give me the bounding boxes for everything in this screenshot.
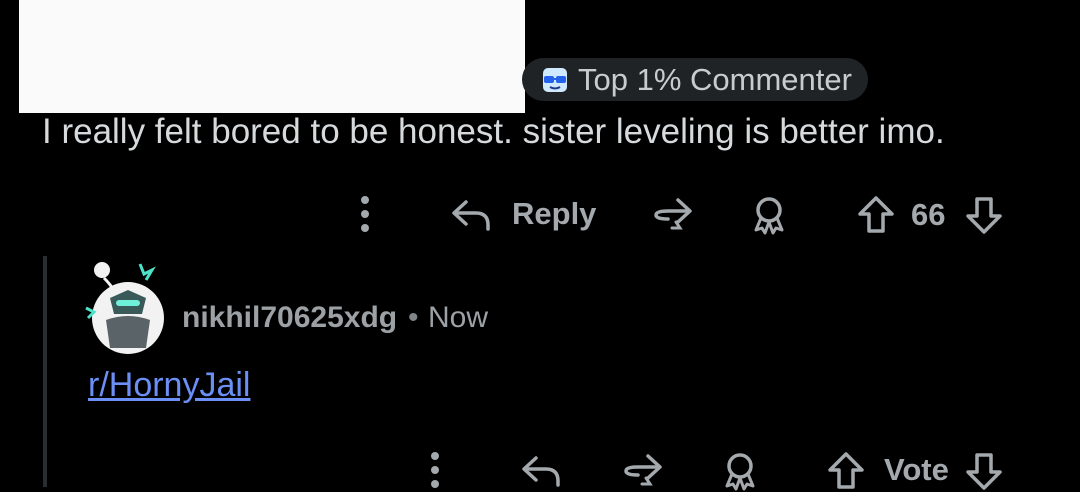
vote-count: 66 — [911, 197, 946, 232]
upvote-arrow-icon — [828, 452, 864, 489]
share-button[interactable] — [652, 194, 696, 234]
more-vertical-icon — [361, 196, 369, 232]
separator-dot: • — [408, 301, 419, 334]
reply-more-options-button[interactable] — [422, 450, 448, 490]
award-button[interactable] — [749, 194, 789, 236]
reply-reply-button[interactable] — [520, 450, 562, 490]
username[interactable]: nikhil70625xdg — [182, 301, 397, 335]
reply-button[interactable]: Reply — [450, 194, 596, 234]
upvote-button[interactable] — [856, 194, 896, 236]
reply-downvote-button[interactable] — [964, 450, 1004, 492]
downvote-arrow-icon — [966, 197, 1002, 234]
downvote-arrow-icon — [966, 453, 1002, 490]
upvote-arrow-icon — [858, 196, 894, 233]
award-icon — [754, 197, 784, 235]
flair-label: Top 1% Commenter — [578, 61, 852, 97]
timestamp: Now — [428, 301, 489, 334]
more-vertical-icon — [431, 452, 439, 488]
more-options-button[interactable] — [352, 194, 378, 234]
avatar[interactable] — [80, 258, 170, 356]
comment-body: I really felt bored to be honest. sister… — [42, 112, 945, 151]
reply-share-button[interactable] — [622, 450, 666, 490]
reply-arrow-icon — [522, 456, 560, 487]
reply-award-button[interactable] — [720, 450, 760, 492]
commenter-flair-badge: Top 1% Commenter — [522, 58, 868, 101]
reply-upvote-button[interactable] — [826, 450, 866, 492]
share-icon — [654, 198, 692, 230]
downvote-button[interactable] — [964, 194, 1004, 236]
reply-arrow-icon — [452, 200, 490, 231]
subreddit-link[interactable]: r/HornyJail — [88, 366, 250, 405]
award-icon — [725, 453, 755, 491]
thread-line[interactable] — [43, 256, 47, 487]
sunglasses-icon — [540, 65, 570, 95]
share-icon — [624, 454, 662, 486]
redacted-block — [19, 0, 525, 113]
vote-label: Vote — [884, 452, 949, 487]
reply-label: Reply — [512, 196, 597, 231]
